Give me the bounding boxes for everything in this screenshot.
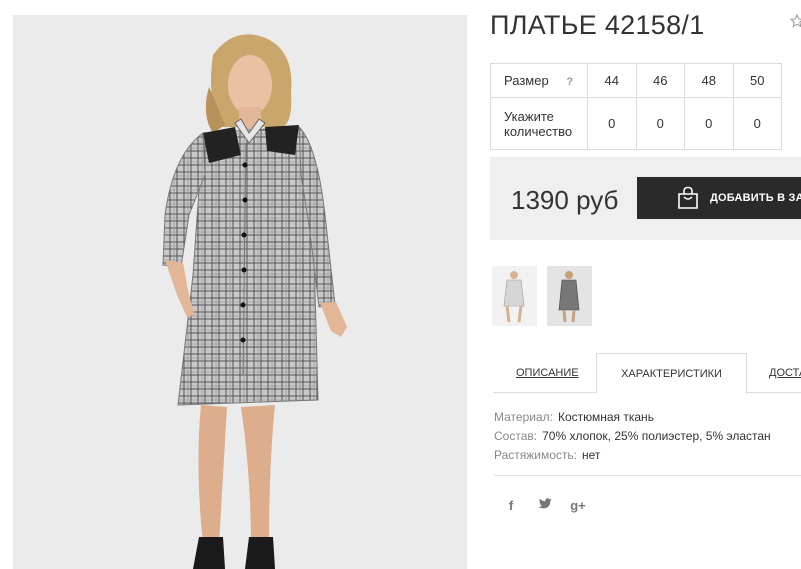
twitter-share-icon[interactable] [536,497,554,515]
section-divider [494,475,801,476]
size-label-cell: Размер ? [490,63,588,98]
add-to-cart-button[interactable]: ДОБАВИТЬ В ЗА [637,177,801,219]
size-option: 50 [732,63,782,98]
facebook-share-icon[interactable]: f [502,497,520,515]
favorite-star-icon[interactable] [789,13,801,28]
property-value: нет [582,448,601,462]
property-value: 70% хлопок, 25% полиэстер, 5% эластан [542,429,771,443]
quantity-label-line2: количество [504,123,573,139]
property-name: Растяжимость: [494,448,578,462]
size-option: 48 [684,63,734,98]
size-option: 44 [587,63,637,98]
tab-description[interactable]: ОПИСАНИЕ [516,353,579,393]
product-title: ПЛАТЬЕ 42158/1 [490,10,705,40]
google-plus-share-icon[interactable]: g+ [569,497,587,515]
quantity-label-line1: Укажите [504,108,554,124]
size-label: Размер [504,73,549,88]
quantity-label-cell: Укажите количество [490,97,588,150]
size-option: 46 [635,63,685,98]
property-name: Материал: [494,410,553,424]
shopping-bag-icon [677,186,699,210]
product-properties: Материал: Костюмная ткань Состав: 70% хлоп… [494,408,771,465]
size-quantity-table: Размер ? 44 46 48 50 Укажите количество … [490,63,782,150]
product-info-tabs: ОПИСАНИЕ ХАРАКТЕРИСТИКИ ДОСТА [493,353,801,394]
tab-delivery[interactable]: ДОСТА [769,353,801,393]
quantity-row: Укажите количество 0 0 0 0 [490,97,782,150]
quantity-input-48[interactable]: 0 [684,97,734,150]
size-help-icon[interactable]: ? [566,76,573,88]
model-in-plaid-dress-illustration [162,34,347,569]
product-main-photo[interactable] [13,15,467,569]
property-row: Состав: 70% хлопок, 25% полиэстер, 5% эла… [494,427,771,446]
size-row: Размер ? 44 46 48 50 [490,63,782,98]
add-to-cart-label: ДОБАВИТЬ В ЗА [710,192,801,204]
quantity-input-44[interactable]: 0 [587,97,637,150]
property-value: Костюмная ткань [557,410,654,424]
property-row: Материал: Костюмная ткань [494,408,771,427]
quantity-input-46[interactable]: 0 [635,97,685,150]
property-row: Растяжимость: нет [494,446,771,465]
quantity-input-50[interactable]: 0 [732,97,782,150]
product-thumbnail-2[interactable] [547,266,592,326]
tab-characteristics[interactable]: ХАРАКТЕРИСТИКИ [596,353,747,394]
product-price: 1390 руб [511,185,619,215]
property-name: Состав: [494,429,538,443]
price-panel: 1390 руб ДОБАВИТЬ В ЗА [490,157,801,240]
product-thumbnail-1[interactable] [492,266,537,326]
